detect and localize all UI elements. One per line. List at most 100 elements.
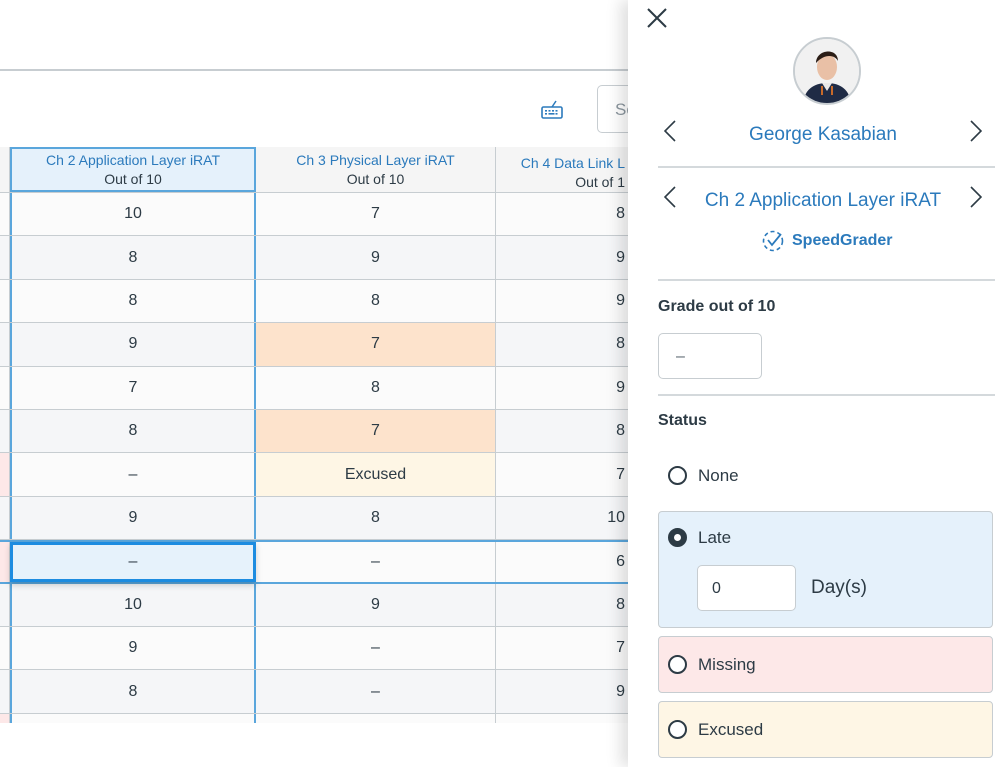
row-stub-cell[interactable] bbox=[0, 193, 10, 236]
grade-cell[interactable]: 7 bbox=[256, 410, 496, 453]
grade-cell[interactable]: 8 bbox=[10, 236, 256, 279]
status-option-label[interactable]: Missing bbox=[698, 655, 756, 675]
close-tray-button[interactable] bbox=[644, 6, 670, 34]
column-header-ch4[interactable]: Ch 4 Data Link L Out of 1 bbox=[496, 147, 640, 192]
tray-divider bbox=[658, 394, 995, 396]
status-option-none[interactable]: None bbox=[658, 457, 993, 493]
grade-cell[interactable]: 9 bbox=[10, 496, 256, 540]
table-row: 10 9 8 bbox=[0, 583, 640, 627]
assignment-navigation: Ch 2 Application Layer iRAT bbox=[658, 186, 988, 215]
table-row: 8–9 bbox=[0, 670, 640, 714]
grade-cell[interactable] bbox=[10, 713, 256, 723]
table-row bbox=[0, 713, 640, 723]
grade-cell[interactable]: 7 bbox=[496, 453, 640, 496]
grade-cell[interactable]: 8 bbox=[10, 279, 256, 323]
student-photo bbox=[795, 39, 859, 103]
grade-cell[interactable]: 8 bbox=[10, 410, 256, 453]
student-name-link[interactable]: George Kasabian bbox=[749, 124, 897, 146]
grade-input[interactable]: – bbox=[658, 333, 762, 379]
row-stub-cell[interactable] bbox=[0, 236, 10, 279]
grade-cell[interactable]: 9 bbox=[496, 366, 640, 409]
row-stub-cell[interactable] bbox=[0, 410, 10, 453]
grade-cell[interactable]: – bbox=[10, 542, 256, 582]
grade-cell[interactable]: 8 bbox=[496, 583, 640, 626]
student-grade-tray: George Kasabian Ch 2 Application Layer i… bbox=[628, 0, 999, 767]
grade-cell[interactable]: 9 bbox=[256, 236, 496, 279]
row-stub-cell[interactable] bbox=[0, 542, 10, 582]
speedgrader-label[interactable]: SpeedGrader bbox=[792, 232, 892, 250]
grade-cell[interactable]: 8 bbox=[256, 496, 496, 540]
keyboard-icon bbox=[541, 100, 563, 119]
grade-cell[interactable] bbox=[496, 713, 640, 723]
grade-cell[interactable]: – bbox=[256, 542, 496, 582]
column-title[interactable]: Ch 3 Physical Layer iRAT bbox=[296, 151, 454, 170]
grade-cell[interactable]: 7 bbox=[256, 323, 496, 366]
close-icon bbox=[647, 8, 667, 28]
student-avatar[interactable] bbox=[793, 37, 861, 105]
radio-late[interactable] bbox=[668, 528, 687, 547]
keyboard-shortcuts-button[interactable] bbox=[540, 100, 564, 120]
column-title[interactable]: Ch 2 Application Layer iRAT bbox=[46, 151, 220, 170]
row-stub-cell[interactable] bbox=[0, 713, 10, 723]
grade-cell[interactable]: – bbox=[10, 453, 256, 496]
row-stub-cell[interactable] bbox=[0, 366, 10, 409]
grade-cell[interactable]: 10 bbox=[496, 496, 640, 540]
grade-cell[interactable]: 8 bbox=[256, 366, 496, 409]
grade-cell[interactable]: 8 bbox=[496, 193, 640, 236]
grade-cell[interactable]: – bbox=[256, 627, 496, 670]
radio-excused[interactable] bbox=[668, 720, 687, 739]
grade-cell[interactable]: 9 bbox=[10, 627, 256, 670]
grade-cell[interactable]: 9 bbox=[496, 236, 640, 279]
status-option-excused[interactable]: Excused bbox=[658, 701, 993, 758]
status-option-label[interactable]: Late bbox=[698, 528, 731, 548]
radio-missing[interactable] bbox=[668, 655, 687, 674]
grade-cell[interactable]: 10 bbox=[10, 583, 256, 626]
row-stub-cell[interactable] bbox=[0, 323, 10, 366]
grade-cell[interactable]: 7 bbox=[10, 366, 256, 409]
grade-cell[interactable]: 8 bbox=[496, 323, 640, 366]
grade-cell[interactable]: 7 bbox=[256, 193, 496, 236]
next-student-button[interactable] bbox=[964, 120, 988, 149]
column-header-ch3[interactable]: Ch 3 Physical Layer iRAT Out of 10 bbox=[256, 147, 496, 192]
assignment-name-link[interactable]: Ch 2 Application Layer iRAT bbox=[705, 190, 941, 212]
grade-cell[interactable]: 7 bbox=[496, 627, 640, 670]
column-points: Out of 10 bbox=[346, 170, 405, 187]
row-stub-cell[interactable] bbox=[0, 583, 10, 626]
grade-cell[interactable]: 8 bbox=[256, 279, 496, 323]
header-stub bbox=[0, 147, 10, 192]
speedgrader-link[interactable]: SpeedGrader bbox=[760, 230, 892, 252]
row-stub-cell[interactable] bbox=[0, 670, 10, 713]
row-stub-cell[interactable] bbox=[0, 496, 10, 540]
column-title[interactable]: Ch 4 Data Link L bbox=[521, 154, 625, 173]
grade-cell[interactable]: Excused bbox=[256, 453, 496, 496]
row-stub-cell[interactable] bbox=[0, 627, 10, 670]
late-days-label: Day(s) bbox=[811, 577, 867, 598]
grade-cell[interactable] bbox=[256, 713, 496, 723]
grade-cell[interactable]: 6 bbox=[496, 542, 640, 582]
grade-cell[interactable]: 9 bbox=[256, 583, 496, 626]
previous-student-button[interactable] bbox=[658, 120, 682, 149]
grade-cell[interactable]: 9 bbox=[496, 279, 640, 323]
status-option-late[interactable]: Late 0 Day(s) bbox=[658, 511, 993, 628]
column-header-ch2[interactable]: Ch 2 Application Layer iRAT Out of 10 bbox=[10, 147, 256, 192]
status-option-label[interactable]: None bbox=[698, 466, 739, 486]
chevron-right-icon bbox=[970, 120, 983, 142]
radio-none[interactable] bbox=[668, 466, 687, 485]
previous-assignment-button[interactable] bbox=[658, 186, 682, 215]
table-row: 10 7 8 bbox=[0, 193, 640, 237]
row-stub-cell[interactable] bbox=[0, 279, 10, 323]
tray-divider bbox=[658, 279, 995, 281]
grade-cell[interactable]: 9 bbox=[496, 670, 640, 713]
status-option-label[interactable]: Excused bbox=[698, 720, 763, 740]
status-option-missing[interactable]: Missing bbox=[658, 636, 993, 693]
grade-cell[interactable]: 8 bbox=[10, 670, 256, 713]
next-assignment-button[interactable] bbox=[964, 186, 988, 215]
table-row: – Excused 7 bbox=[0, 453, 640, 497]
late-days-input[interactable]: 0 bbox=[697, 565, 796, 611]
grade-cell[interactable]: – bbox=[256, 670, 496, 713]
row-stub-cell[interactable] bbox=[0, 453, 10, 496]
table-row: 889 bbox=[0, 279, 640, 324]
grade-cell[interactable]: 9 bbox=[10, 323, 256, 366]
grade-cell[interactable]: 8 bbox=[496, 410, 640, 453]
grade-cell[interactable]: 10 bbox=[10, 193, 256, 236]
